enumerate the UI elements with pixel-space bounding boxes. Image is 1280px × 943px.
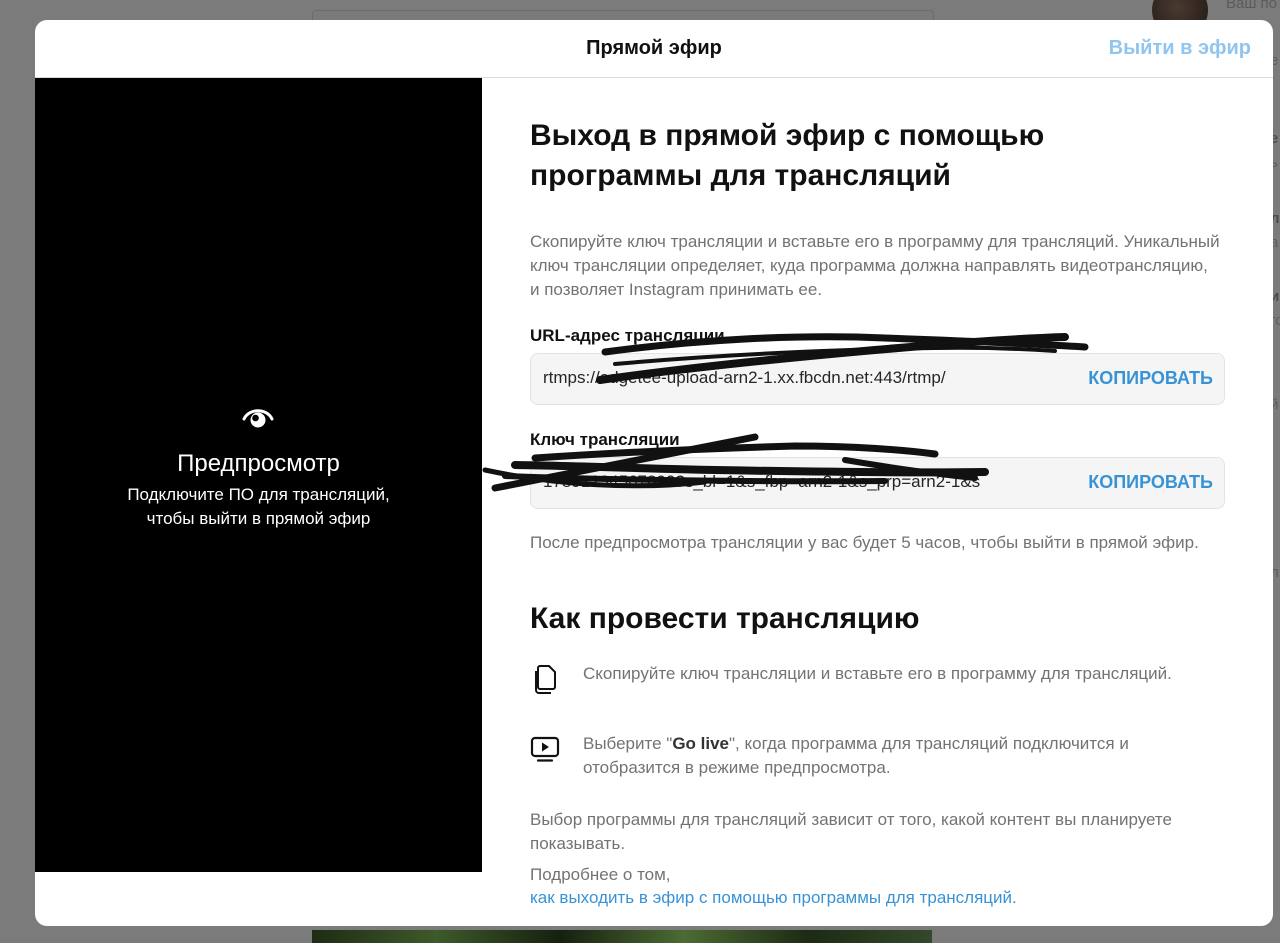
stream-url-field[interactable]: rtmps://edgetee-upload-arn2-1.xx.fbcdn.n… [530, 353, 1225, 405]
background-user-label: Ваш по [1226, 0, 1278, 12]
go-live-button[interactable]: Выйти в эфир [1109, 37, 1251, 60]
software-choice-note: Выбор программы для трансляций зависит о… [530, 810, 1172, 853]
preview-panel: Предпросмотр Подключите ПО для трансляци… [35, 78, 482, 872]
stream-url-value[interactable]: rtmps://edgetee-upload-arn2-1.xx.fbcdn.n… [543, 368, 1075, 388]
stream-key-label: Ключ трансляции [530, 430, 680, 449]
learn-more-prefix: Подробнее о том, [530, 865, 671, 884]
help-link[interactable]: как выходить в эфир с помощью программы … [530, 888, 1017, 908]
stream-key-value[interactable]: 17891234567890?s_bl=1&s_fbp=arn2-1&s_prp… [543, 472, 1075, 492]
live-screen-icon [530, 736, 560, 762]
stream-key-field[interactable]: 17891234567890?s_bl=1&s_fbp=arn2-1&s_prp… [530, 457, 1225, 509]
page-heading: Выход в прямой эфир с помощью программы … [530, 119, 1045, 192]
copy-key-button[interactable]: КОПИРОВАТЬ [1088, 472, 1213, 493]
stream-url-label: URL-адрес трансляции [530, 326, 725, 345]
live-modal: Прямой эфир Выйти в эфир Предпросмотр По… [35, 20, 1273, 926]
copy-url-button[interactable]: КОПИРОВАТЬ [1088, 368, 1213, 389]
howto-step-text: Выберите "Go live", когда программа для … [583, 734, 1129, 777]
preview-title: Предпросмотр [177, 450, 340, 477]
modal-title: Прямой эфир [586, 37, 722, 59]
eye-icon [242, 409, 274, 428]
copy-icon [535, 665, 556, 694]
howto-heading: Как провести трансляцию [530, 602, 920, 635]
preview-time-note: После предпросмотра трансляции у вас буд… [530, 533, 1199, 552]
background-post-image [312, 930, 932, 943]
preview-subtitle: Подключите ПО для трансляций, чтобы выйт… [127, 485, 390, 528]
modal-header: Прямой эфир Выйти в эфир [35, 20, 1273, 78]
page-description: Скопируйте ключ трансляции и вставьте ег… [530, 232, 1220, 299]
howto-step-text: Скопируйте ключ трансляции и вставьте ег… [583, 664, 1172, 683]
